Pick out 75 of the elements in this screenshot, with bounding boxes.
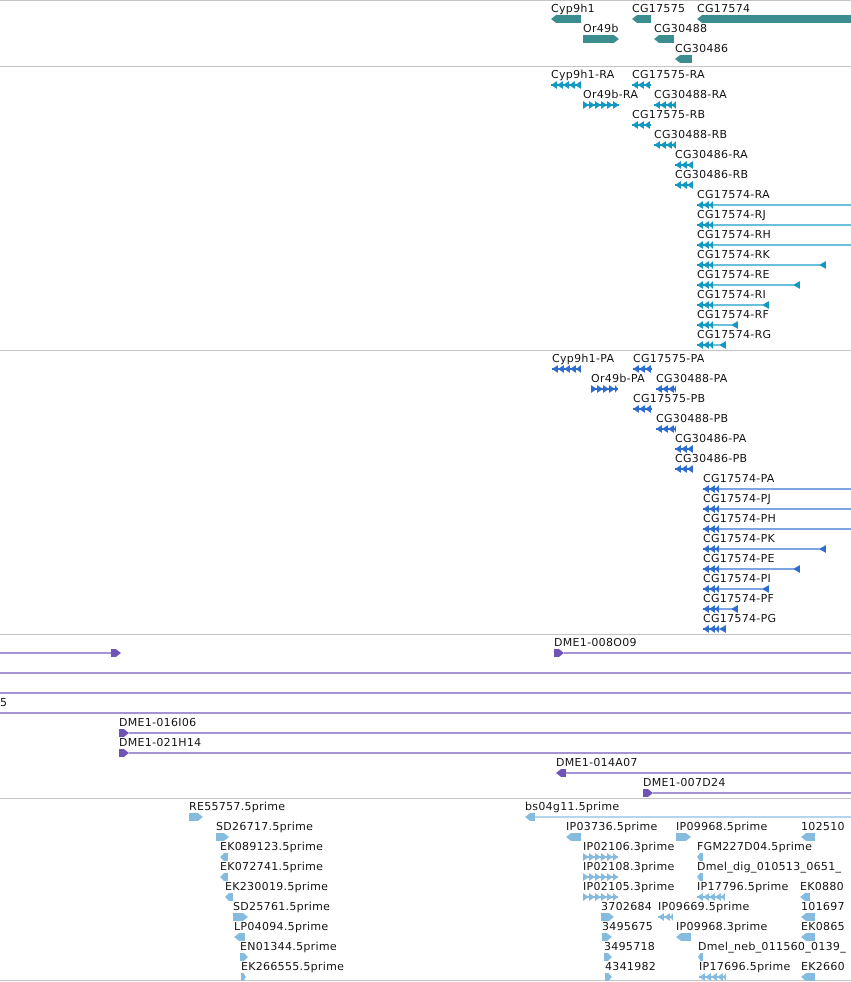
feature-label: CG30488-RB [654,129,728,141]
feature-label: 5 [0,697,8,709]
feature-label: Or49b-RA [583,89,638,101]
feature-label: EN01344.5prime [240,941,337,953]
feature-label: LP04094.5prime [234,921,328,933]
feature-label: CG17574-RI [697,289,766,301]
feature-label: Cyp9h1-PA [552,353,614,365]
feature-label: DME1-021H14 [119,737,202,749]
feature-label: CG17575-RA [632,69,705,81]
feature-label: IP02106.3prime [583,841,675,853]
feature-label: EK072741.5prime [220,861,324,873]
feature-label: IP17696.5prime [699,961,791,973]
feature-label: IP09968.5prime [676,821,768,833]
feature-label: CG17574-RF [697,309,770,321]
feature-label: IP02108.3prime [583,861,675,873]
feature-label: CG17574-RK [697,249,770,261]
feature-label: CG17574-PE [703,553,775,565]
feature-label: Or49b-PA [591,373,645,385]
feature-label: EK0865 [801,921,845,933]
feature-label: CG17574-PH [703,513,776,525]
feature-label: CG17574-RJ [697,209,766,221]
feature-label: FGM227D04.5prime [697,841,812,853]
feature-label: CG30486-PB [675,453,748,465]
feature-label: CG17575-RB [632,109,706,121]
feature-label: bs04g11.5prime [525,801,620,813]
feature-label: CG17574-PI [703,573,772,585]
feature-label: CG17575-PB [633,393,706,405]
feature-label: IP09669.5prime [658,901,750,913]
feature-label: CG17575-PA [633,353,705,365]
feature-label: 4341982 [605,961,656,973]
feature-label: IP02105.3prime [583,881,675,893]
feature-label: CG17574-PJ [703,493,772,505]
feature-label: CG30488-PB [656,413,728,425]
feature-label: CG17574-PG [703,613,776,625]
feature-label: DME1-008O09 [554,637,637,649]
feature-label: RE55757.5prime [189,801,286,813]
feature-label: 102510 [801,821,845,833]
feature-label: EK230019.5prime [225,881,328,893]
feature-label: CG17574-RH [697,229,772,241]
feature-label: CG17574-RA [697,189,770,201]
feature-label: CG30486-PA [675,433,747,445]
feature-label: CG17574-PA [703,473,775,485]
feature-label: IP09968.3prime [676,921,768,933]
feature-label: EK0880 [800,881,844,893]
feature-label: EK266555.5prime [241,961,344,973]
feature-label: CG17574-PF [703,593,774,605]
feature-label: CG30488 [654,23,708,35]
feature-label: Cyp9h1 [551,3,595,15]
feature-label: IP03736.5prime [566,821,658,833]
feature-label: DME1-014A07 [556,757,638,769]
feature-label: Or49b [583,23,619,35]
feature-label: CG30488-PA [656,373,728,385]
feature-label: 3495718 [604,941,656,953]
feature-label: CG17575 [632,3,686,15]
feature-label: CG30486 [675,43,728,55]
feature-label: SD25761.5prime [233,901,330,913]
feature-label: EK089123.5prime [220,841,324,853]
feature-label: DME1-007D24 [643,777,726,789]
feature-label: SD26717.5prime [216,821,314,833]
feature-label: 3495675 [602,921,654,933]
feature-label: Dmel_dig_010513_0651_ [697,861,842,873]
feature-label: Cyp9h1-RA [551,69,615,81]
feature-label: IP17796.5prime [697,881,789,893]
feature-label: 3702684 [601,901,652,913]
feature-label: 101697 [801,901,845,913]
feature-label: CG17574-RE [697,269,770,281]
feature-label: CG17574 [697,3,750,15]
feature-label: CG30488-RA [654,89,727,101]
feature-label: CG17574-PK [703,533,776,545]
feature-label: CG30486-RB [675,169,748,181]
feature-label: Dmel_neb_011560_0139_ [698,941,846,953]
feature-label: DME1-016I06 [119,717,196,729]
feature-label: CG30486-RA [675,149,748,161]
feature-label: CG17574-RG [697,329,772,341]
feature-label: EK2660 [801,961,845,973]
